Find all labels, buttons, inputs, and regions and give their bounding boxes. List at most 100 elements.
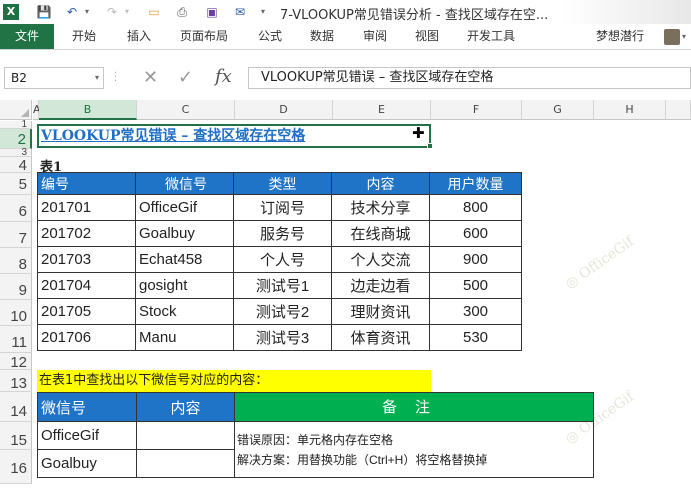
table1-header-wechat[interactable]: 微信号 [135,172,234,195]
row-header-12[interactable]: 12 [0,353,32,371]
cancel-icon[interactable]: ✕ [143,67,158,89]
row-header-7[interactable]: 7 [0,222,32,248]
column-header-g[interactable]: G [522,100,594,120]
account-dropdown-icon[interactable]: ▾ [682,29,686,45]
table1-cell[interactable]: 900 [429,246,522,273]
table1-cell[interactable]: 技术分享 [331,194,430,221]
row-header-10[interactable]: 10 [0,300,32,326]
table2-header-content[interactable]: 内容 [136,392,235,422]
column-header-h[interactable]: H [594,100,666,120]
table1-cell[interactable]: OfficeGif [135,194,234,221]
fill-handle[interactable] [427,143,433,149]
tab-file[interactable]: 文件 [0,24,54,49]
column-header-f[interactable]: F [431,100,522,120]
row-header-1[interactable]: 1 [0,120,32,130]
undo-icon[interactable]: ↶ [64,4,80,20]
table1-cell[interactable]: Echat458 [135,246,234,273]
table1-cell[interactable]: 600 [429,220,522,247]
table2-cell[interactable]: Goalbuy [37,449,137,478]
print-icon[interactable]: ⎙ [174,4,190,20]
tab-home[interactable]: 开始 [72,24,96,49]
table2-cell[interactable]: OfficeGif [37,421,137,450]
column-header-c[interactable]: C [137,100,235,120]
row-header-4[interactable]: 4 [0,157,32,174]
undo-dropdown-icon[interactable]: ▾ [82,4,92,20]
tab-developer[interactable]: 开发工具 [467,24,515,49]
tab-insert[interactable]: 插入 [127,24,151,49]
table1-cell[interactable]: 测试号2 [233,298,332,325]
row-header-8[interactable]: 8 [0,248,32,274]
row-header-6[interactable]: 6 [0,195,32,222]
column-header-e[interactable]: E [333,100,431,120]
table1-cell[interactable]: 理财资讯 [331,298,430,325]
email-icon[interactable]: ✉ [232,4,248,20]
tab-view[interactable]: 视图 [415,24,439,49]
tab-page-layout[interactable]: 页面布局 [180,24,228,49]
table1-cell[interactable]: 测试号1 [233,272,332,299]
table2-cell[interactable] [136,449,235,478]
avatar[interactable] [664,29,680,45]
table1-cell[interactable]: 测试号3 [233,324,332,351]
instruction-cell[interactable]: 在表1中查找出以下微信号对应的内容： [37,370,431,392]
sheet-title-cell[interactable]: VLOOKUP常见错误 – 查找区域存在空格 [37,124,431,148]
column-header-d[interactable]: D [235,100,333,120]
table1-cell[interactable]: 服务号 [233,220,332,247]
excel-app-icon[interactable]: X [3,4,19,20]
table1-cell[interactable]: Goalbuy [135,220,234,247]
name-box[interactable]: B2 ▾ [4,67,104,89]
open-folder-icon[interactable]: ▭ [146,4,162,20]
table1-cell[interactable]: 201704 [37,272,136,299]
table1-header-type[interactable]: 类型 [233,172,332,195]
table1-cell[interactable]: Manu [135,324,234,351]
row-header-16[interactable]: 16 [0,450,32,484]
user-name[interactable]: 梦想潜行 [596,24,644,49]
table2-header-note[interactable]: 备注 [234,392,594,422]
column-header-next[interactable] [666,100,691,120]
row-header-13[interactable]: 13 [0,370,32,392]
table1-cell[interactable]: 个人交流 [331,246,430,273]
table1-cell[interactable]: 在线商城 [331,220,430,247]
table2-note-cell[interactable]: 错误原因：单元格内存在空格 解决方案：用替换功能（Ctrl+H）将空格替换掉 [234,421,594,478]
row-header-3[interactable]: 3 [0,148,32,158]
row-header-11[interactable]: 11 [0,326,32,353]
table1-cell[interactable]: Stock [135,298,234,325]
table1-cell[interactable]: 201702 [37,220,136,247]
save-icon[interactable]: 💾 [36,4,52,20]
table1-cell[interactable]: 体育资讯 [331,324,430,351]
table1-header-users[interactable]: 用户数量 [429,172,522,195]
redo-icon[interactable]: ↷ [104,4,120,20]
table1-cell[interactable]: 订阅号 [233,194,332,221]
tab-review[interactable]: 审阅 [363,24,387,49]
table2-cell[interactable] [136,421,235,450]
table1-cell[interactable]: 500 [429,272,522,299]
table1-header-content[interactable]: 内容 [331,172,430,195]
table2-header-wechat[interactable]: 微信号 [37,392,137,422]
redo-dropdown-icon[interactable]: ▾ [122,4,132,20]
row-header-9[interactable]: 9 [0,274,32,300]
tab-formulas[interactable]: 公式 [258,24,282,49]
table1-cell[interactable]: gosight [135,272,234,299]
print-preview-icon[interactable]: ▣ [204,4,220,20]
insert-function-icon[interactable]: fx [215,65,232,89]
tab-data[interactable]: 数据 [310,24,334,49]
resize-grip-icon[interactable]: · · · [114,69,118,87]
table1-cell[interactable]: 201705 [37,298,136,325]
table1-cell[interactable]: 边走边看 [331,272,430,299]
formula-input[interactable]: VLOOKUP常见错误 – 查找区域存在空格 [248,67,691,89]
table1-cell[interactable]: 800 [429,194,522,221]
table1-cell[interactable]: 300 [429,298,522,325]
table1-cell[interactable]: 201703 [37,246,136,273]
table1-cell[interactable]: 530 [429,324,522,351]
row-header-15[interactable]: 15 [0,422,32,450]
row-header-5[interactable]: 5 [0,173,32,195]
row-header-2[interactable]: 2 [0,129,32,149]
select-all-corner[interactable] [0,100,32,120]
customize-toolbar-icon[interactable]: ▾ [258,4,268,20]
name-box-dropdown-icon[interactable]: ▾ [95,68,99,88]
table1-header-id[interactable]: 编号 [37,172,136,195]
table1-cell[interactable]: 个人号 [233,246,332,273]
column-header-b[interactable]: B [39,100,137,120]
table1-cell[interactable]: 201701 [37,194,136,221]
table1-cell[interactable]: 201706 [37,324,136,351]
enter-check-icon[interactable]: ✓ [178,67,193,89]
